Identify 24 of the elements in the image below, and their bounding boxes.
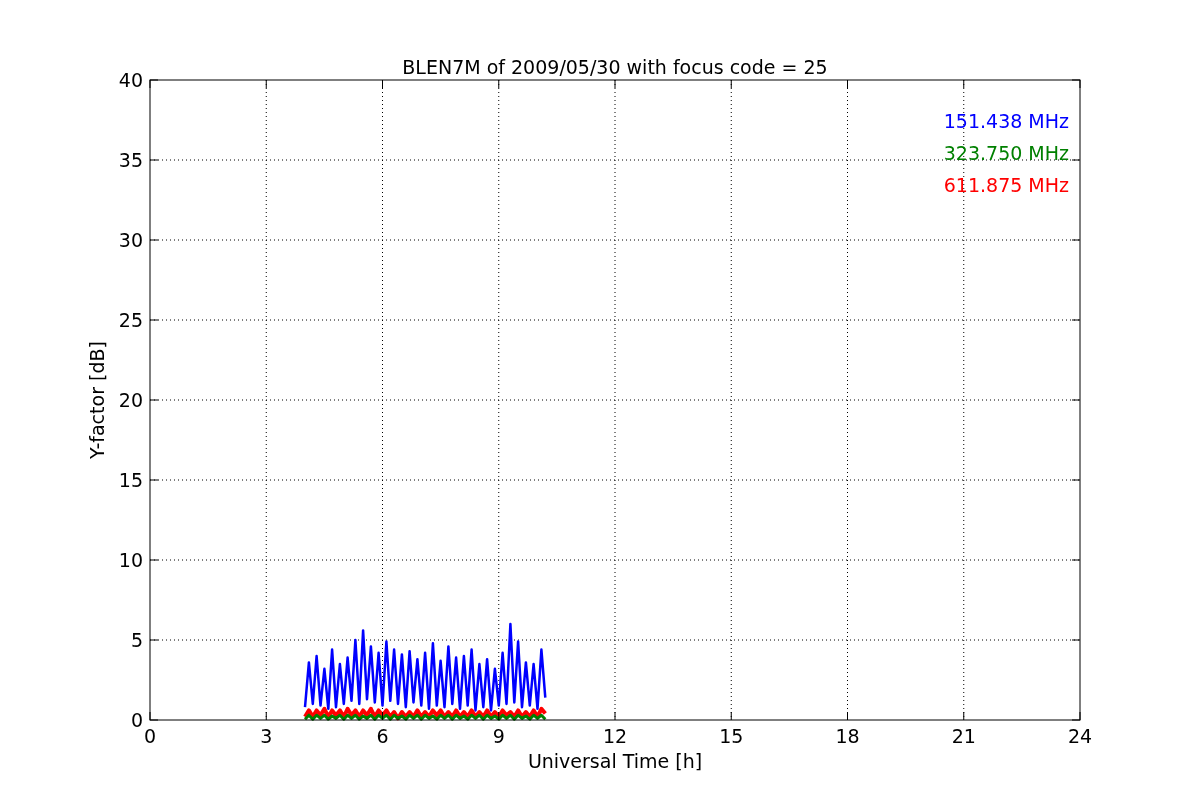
tick-label: 20 [118,389,143,411]
tick-label: 21 [951,725,976,747]
legend-label: 323.750 MHz [943,142,1069,164]
tick-label: 30 [118,229,143,251]
tick-label: 40 [118,69,143,91]
legend-label: 151.438 MHz [943,110,1069,132]
chart-title: BLEN7M of 2009/05/30 with focus code = 25 [402,56,828,78]
tick-label: 10 [118,549,143,571]
tick-label: 6 [376,725,389,747]
legend-label: 611.875 MHz [943,174,1069,196]
tick-label: 0 [143,725,157,747]
tick-label: 15 [719,725,744,747]
tick-label: 18 [835,725,860,747]
axis-label: Y-factor [dB] [86,341,108,459]
tick-label: 12 [602,725,628,747]
tick-label: 0 [130,709,143,731]
tick-label: 5 [130,629,143,651]
tick-label: 24 [1067,725,1093,747]
tick-label: 3 [260,725,273,747]
axis-label: Universal Time [h] [527,750,703,772]
tick-label: 35 [118,149,143,171]
tick-label: 25 [118,309,143,331]
tick-label: 15 [118,469,143,491]
tick-label: 9 [492,725,505,747]
